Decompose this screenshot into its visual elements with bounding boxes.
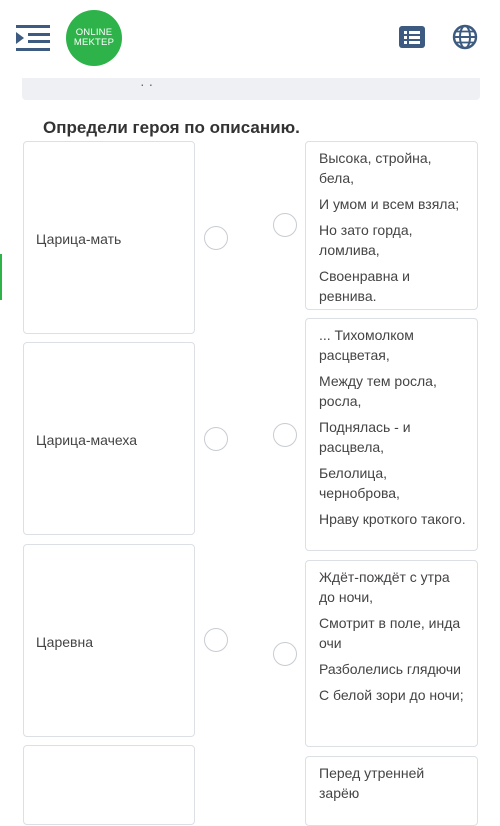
top-bar: ONLINE MEKTEP <box>0 0 500 78</box>
right-option-line: Ждёт-пождёт с утра до ночи, <box>319 569 450 605</box>
right-radio-1[interactable] <box>273 213 297 237</box>
left-option-4[interactable] <box>23 745 195 825</box>
right-option-line: Между тем росла, росла, <box>319 373 437 409</box>
globe-icon[interactable] <box>452 24 478 50</box>
right-option-line: С белой зори до ночи; <box>319 687 464 703</box>
strip-text: · · <box>140 76 154 92</box>
list-icon[interactable] <box>399 26 425 48</box>
menu-icon[interactable] <box>16 24 50 52</box>
left-radio-1[interactable] <box>204 226 228 250</box>
left-radio-3[interactable] <box>204 628 228 652</box>
logo-line-2: MEKTEP <box>73 37 115 48</box>
question-title: Определи героя по описанию. <box>43 118 300 137</box>
logo[interactable]: ONLINE MEKTEP <box>66 10 122 66</box>
right-option-line: Белолица, черноброва, <box>319 465 400 501</box>
right-option-line: Своенравна и ревнива. <box>319 268 410 304</box>
right-option-line: И умом и всем взяла; <box>319 196 460 212</box>
right-radio-3[interactable] <box>273 642 297 666</box>
left-option-2[interactable]: Царица-мачеха <box>23 342 195 535</box>
right-option-line: Но зато горда, ломлива, <box>319 222 413 258</box>
right-option-line: Поднялась - и расцвела, <box>319 419 411 455</box>
left-option-label: Царевна <box>36 634 93 650</box>
right-option-line: Высока, стройна, бела, <box>319 150 432 186</box>
right-option-line: Разболелись глядючи <box>319 661 461 677</box>
previous-question-strip: · · <box>22 76 480 100</box>
right-option-2[interactable]: ... Тихомолком расцветая, Между тем росл… <box>305 318 478 551</box>
right-option-line: Смотрит в поле, инда очи <box>319 615 461 651</box>
right-option-line: Нраву кроткого такого. <box>319 511 466 527</box>
left-option-3[interactable]: Царевна <box>23 544 195 737</box>
right-option-3[interactable]: Ждёт-пождёт с утра до ночи, Смотрит в по… <box>305 560 478 747</box>
left-option-label: Царица-мачеха <box>36 432 138 448</box>
right-option-4[interactable]: Перед утренней зарёю <box>305 756 478 826</box>
right-radio-2[interactable] <box>273 423 297 447</box>
right-option-line: ... Тихомолком расцветая, <box>319 327 414 363</box>
left-option-1[interactable]: Царица-мать <box>23 141 195 334</box>
right-option-1[interactable]: Высока, стройна, бела, И умом и всем взя… <box>305 141 478 310</box>
left-option-label: Царица-мать <box>36 231 122 247</box>
left-radio-2[interactable] <box>204 427 228 451</box>
right-option-line: Перед утренней зарёю <box>319 765 425 801</box>
progress-marker <box>0 254 2 300</box>
